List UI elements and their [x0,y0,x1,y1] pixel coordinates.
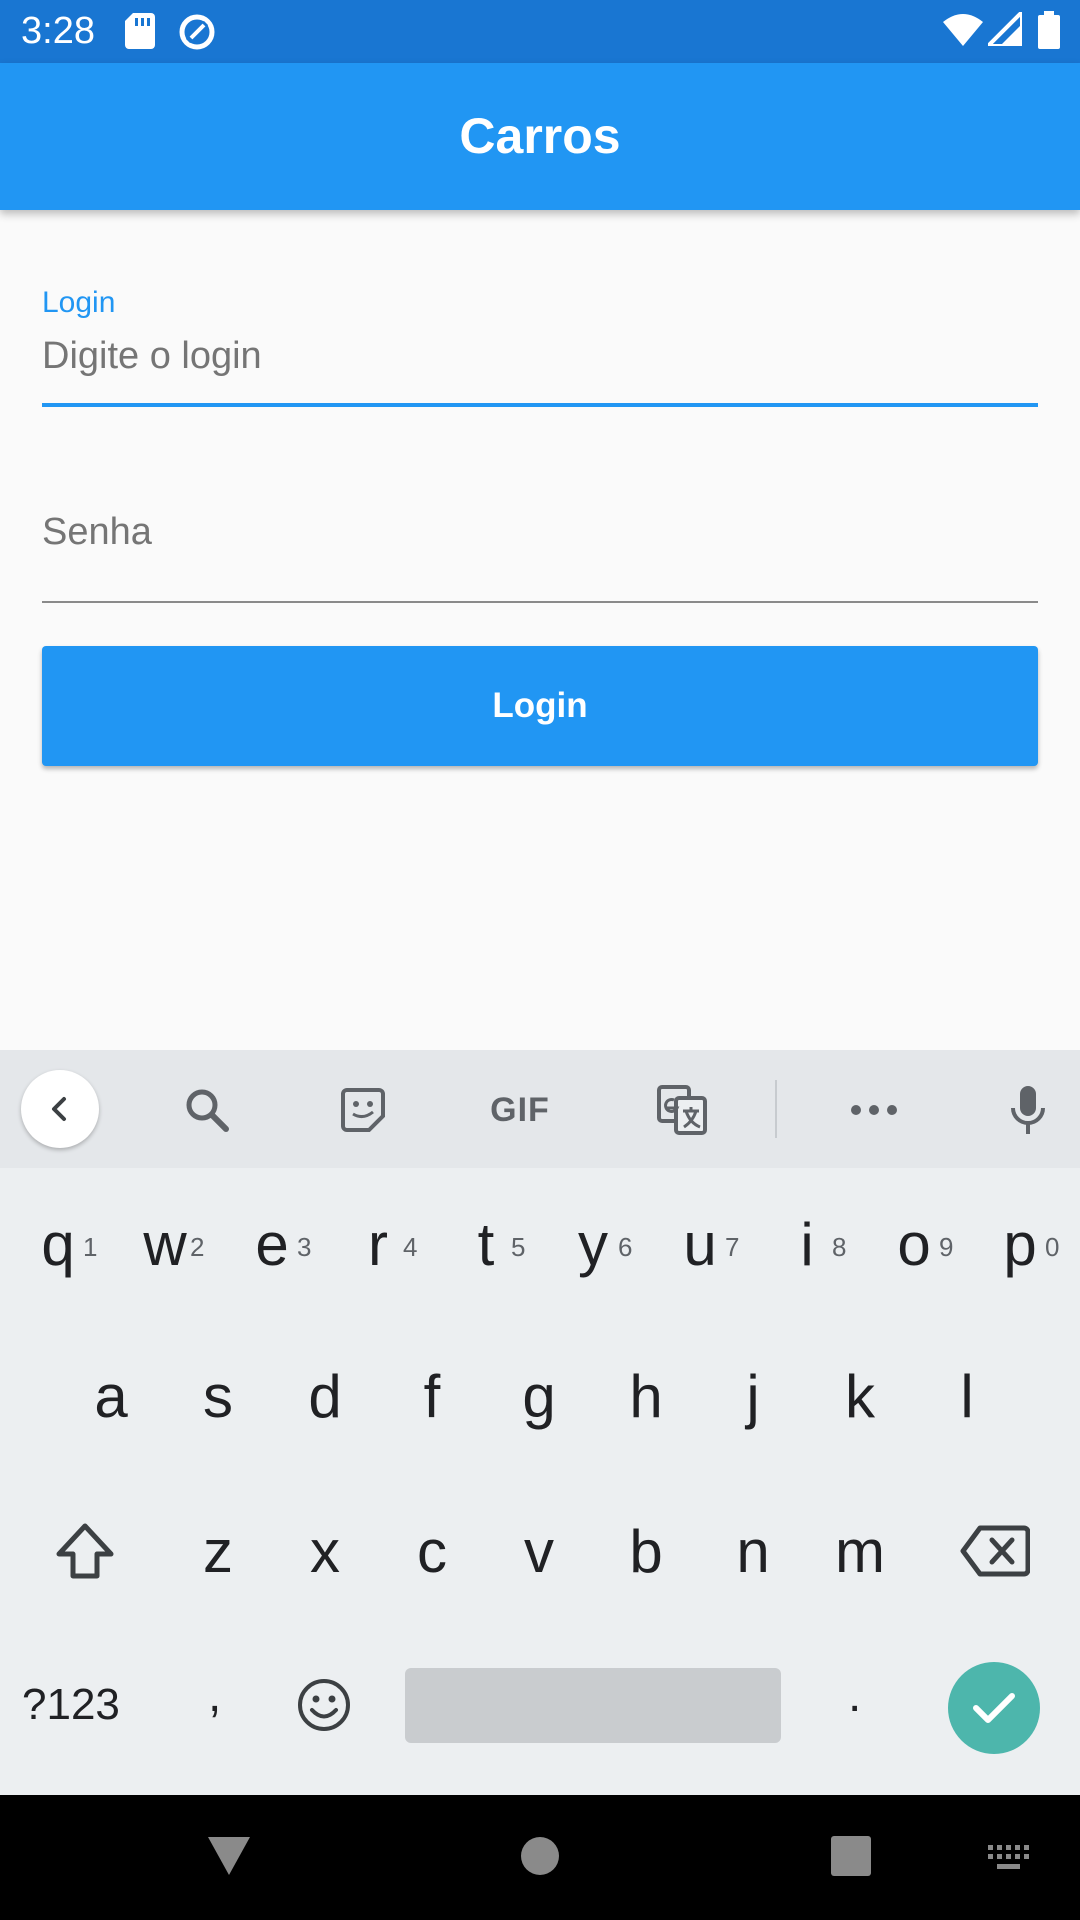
key-label: u [683,1211,717,1278]
key-l[interactable]: l [922,1337,1012,1457]
comma-key[interactable]: , [208,1668,221,1723]
key-label: w [143,1211,187,1278]
key-i[interactable]: 8i [762,1185,852,1305]
period-key[interactable]: . [848,1668,861,1723]
key-z[interactable]: z [173,1492,263,1612]
key-t[interactable]: 5t [441,1185,531,1305]
shift-icon [56,1523,114,1579]
key-label: t [477,1211,495,1278]
status-bar: 3:28 [0,0,1080,63]
key-f[interactable]: f [387,1337,477,1457]
key-label: q [41,1211,75,1278]
key-j[interactable]: j [708,1337,798,1457]
key-g[interactable]: g [494,1337,584,1457]
login-input[interactable] [42,326,1038,386]
sync-icon [178,13,216,56]
app-bar: Carros [0,63,1080,210]
key-y[interactable]: 6y [548,1185,638,1305]
app-title: Carros [459,108,621,164]
keyboard: GIF 1q 2w 3e 4r 5t 6y 7u 8i 9o 0p a s d … [0,1050,1080,1795]
key-a[interactable]: a [66,1337,156,1457]
more-icon[interactable] [839,1075,909,1145]
key-number: 7 [725,1232,740,1262]
key-label: o [897,1211,931,1278]
keyboard-switch-icon[interactable] [988,1845,1030,1876]
status-time: 3:28 [21,10,95,52]
back-chevron-icon[interactable] [21,1070,99,1148]
key-label: y [578,1211,608,1278]
symbols-key[interactable]: ?123 [22,1680,120,1730]
signal-icon [983,7,1024,51]
login-button[interactable]: Login [42,646,1038,766]
key-label: p [1003,1211,1037,1278]
key-label: i [800,1211,814,1278]
key-e[interactable]: 3e [227,1185,317,1305]
key-number: 0 [1045,1232,1060,1262]
battery-icon [1038,11,1060,54]
password-field-underline [42,601,1038,603]
login-field-label: Login [42,286,116,319]
backspace-icon [960,1525,1031,1577]
gif-icon[interactable]: GIF [485,1075,555,1145]
back-icon[interactable] [206,1835,252,1882]
key-label: r [368,1211,388,1278]
toolbar-divider [775,1080,777,1138]
key-number: 8 [832,1232,847,1262]
navigation-bar [0,1795,1080,1920]
login-field-underline [42,403,1038,407]
key-u[interactable]: 7u [655,1185,745,1305]
key-k[interactable]: k [815,1337,905,1457]
key-number: 3 [297,1232,312,1262]
key-h[interactable]: h [601,1337,691,1457]
translate-icon[interactable] [647,1075,717,1145]
home-icon[interactable] [520,1836,560,1881]
key-number: 5 [511,1232,526,1262]
key-number: 4 [403,1232,418,1262]
key-c[interactable]: c [387,1492,477,1612]
password-field[interactable] [42,480,1038,605]
shift-key[interactable] [40,1492,130,1612]
key-b[interactable]: b [601,1492,691,1612]
sticker-icon[interactable] [328,1075,398,1145]
password-input[interactable] [42,502,1038,562]
key-number: 1 [83,1232,98,1262]
key-v[interactable]: v [494,1492,584,1612]
check-icon [973,1693,1015,1723]
keyboard-toolbar: GIF [0,1050,1080,1168]
login-field[interactable]: Login [42,280,1038,410]
mic-icon[interactable] [993,1075,1063,1145]
key-label: e [255,1211,289,1278]
key-s[interactable]: s [173,1337,263,1457]
key-r[interactable]: 4r [333,1185,423,1305]
key-n[interactable]: n [708,1492,798,1612]
key-o[interactable]: 9o [869,1185,959,1305]
recents-icon[interactable] [831,1836,871,1881]
space-bar[interactable] [405,1668,781,1743]
wifi-icon [943,12,983,51]
key-p[interactable]: 0p [975,1185,1065,1305]
enter-key[interactable] [948,1662,1040,1754]
sd-card-icon [125,13,155,54]
key-m[interactable]: m [815,1492,905,1612]
key-number: 9 [939,1232,954,1262]
emoji-icon[interactable] [296,1677,352,1738]
key-q[interactable]: 1q [13,1185,103,1305]
key-number: 6 [618,1232,633,1262]
gif-label: GIF [490,1090,550,1129]
search-icon[interactable] [172,1075,242,1145]
key-x[interactable]: x [280,1492,370,1612]
key-d[interactable]: d [280,1337,370,1457]
key-w[interactable]: 2w [120,1185,210,1305]
key-number: 2 [190,1232,205,1262]
backspace-key[interactable] [950,1492,1040,1612]
